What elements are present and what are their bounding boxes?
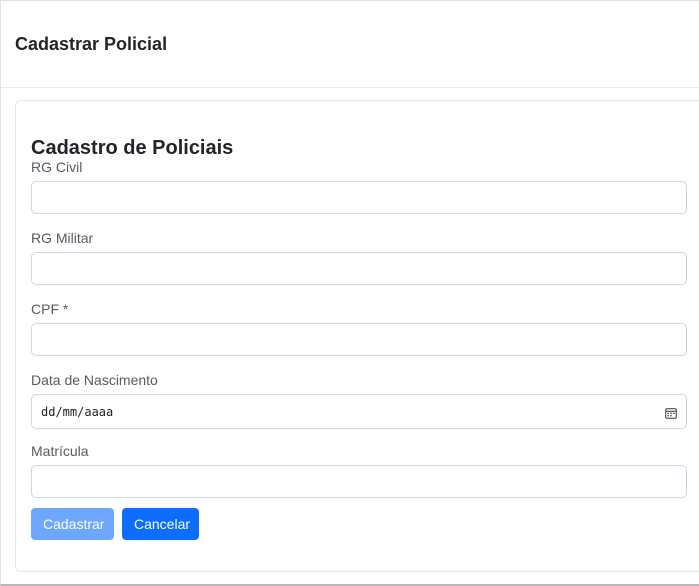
form-actions: Cadastrar Cancelar [31, 508, 699, 540]
cancel-button[interactable]: Cancelar [122, 508, 199, 540]
rg-civil-input[interactable] [31, 181, 687, 214]
rg-civil-label: RG Civil [31, 159, 83, 175]
cpf-field: CPF * [31, 301, 699, 356]
form-title: Cadastro de Policiais [31, 137, 234, 159]
birth-date-placeholder: dd/mm/aaaa [41, 404, 114, 419]
matricula-label: Matrícula [31, 443, 89, 459]
matricula-input[interactable] [31, 465, 687, 498]
birth-date-field: Data de Nascimento dd/mm/aaaa [31, 372, 699, 429]
rg-militar-field: RG Militar [31, 230, 699, 285]
page-title: Cadastrar Policial [15, 33, 168, 54]
rg-civil-field: RG Civil [31, 159, 699, 214]
birth-date-input[interactable]: dd/mm/aaaa [31, 394, 687, 429]
page-header: Cadastrar Policial [1, 1, 699, 88]
calendar-icon[interactable] [665, 406, 677, 419]
registration-card: Cadastro de Policiais RG Civil RG Milita… [15, 100, 699, 572]
rg-militar-input[interactable] [31, 252, 687, 285]
cpf-label: CPF * [31, 301, 69, 317]
birth-date-label: Data de Nascimento [31, 372, 158, 388]
submit-button[interactable]: Cadastrar [31, 508, 114, 540]
page: Cadastrar Policial Cadastro de Policiais… [0, 0, 699, 586]
rg-militar-label: RG Militar [31, 230, 94, 246]
cpf-input[interactable] [31, 323, 687, 356]
matricula-field: Matrícula [31, 443, 699, 498]
